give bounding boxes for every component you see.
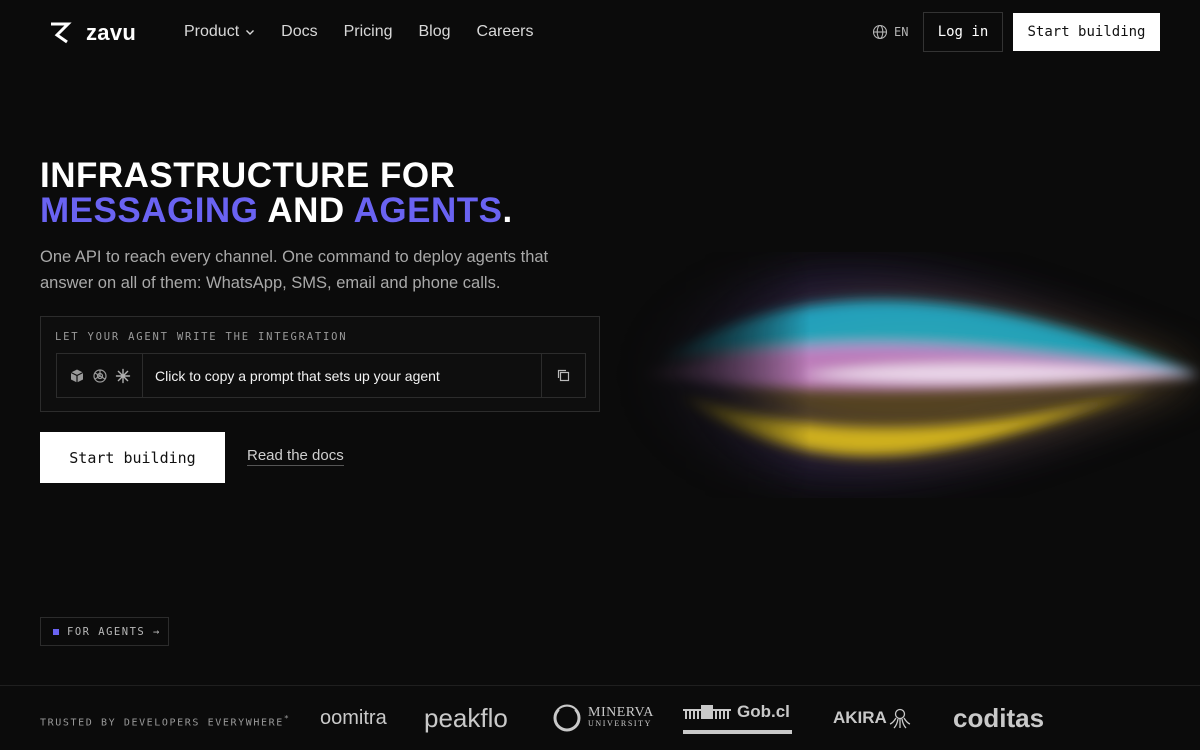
openai-icon bbox=[92, 368, 107, 383]
nav-link-blog[interactable]: Blog bbox=[419, 23, 451, 41]
logo-gobcl-text: Gob.cl bbox=[737, 702, 790, 721]
for-agents-label: FOR AGENTS → bbox=[67, 625, 161, 638]
logo-oomitra: oomitra bbox=[320, 698, 387, 738]
start-building-button[interactable]: Start building bbox=[40, 432, 225, 483]
agent-prompt-row: Click to copy a prompt that sets up your… bbox=[56, 353, 586, 398]
nav-links: Product Docs Pricing Blog Careers bbox=[184, 23, 533, 41]
gobcl-underline bbox=[683, 730, 792, 734]
agent-integration-label: LET YOUR AGENT WRITE THE INTEGRATION bbox=[55, 331, 348, 343]
logo-akira-text: AKIRA bbox=[833, 708, 887, 727]
gobcl-building-icon bbox=[683, 705, 731, 719]
hero-title-agents: AGENTS bbox=[353, 191, 503, 230]
nav-link-label: Product bbox=[184, 23, 240, 40]
chevron-down-icon bbox=[246, 30, 255, 35]
trusted-bar: TRUSTED BY DEVELOPERS EVERYWHERE* oomitr… bbox=[0, 685, 1200, 750]
language-code: EN bbox=[894, 25, 909, 39]
logo-minerva-sub: UNIVERSITY bbox=[588, 719, 652, 728]
logo-coditas-text: coditas bbox=[953, 702, 1045, 733]
nav-link-docs[interactable]: Docs bbox=[281, 23, 317, 41]
trusted-label: TRUSTED BY DEVELOPERS EVERYWHERE* bbox=[40, 713, 290, 728]
logo-coditas: coditas bbox=[953, 698, 1044, 738]
cube-icon bbox=[70, 369, 83, 382]
minerva-circle-icon bbox=[553, 704, 581, 732]
start-building-nav-button[interactable]: Start building bbox=[1013, 13, 1160, 51]
hero-title-and: AND bbox=[267, 191, 345, 230]
nav-link-careers[interactable]: Careers bbox=[477, 23, 534, 41]
nav-link-pricing[interactable]: Pricing bbox=[344, 23, 393, 41]
top-nav: zavu Product Docs Pricing Blog Careers E… bbox=[0, 0, 1200, 64]
agent-integration-box: LET YOUR AGENT WRITE THE INTEGRATION Cli… bbox=[40, 316, 600, 412]
hero-light-beam bbox=[600, 272, 1200, 478]
logo-text: zavu bbox=[86, 20, 137, 45]
copy-button[interactable] bbox=[541, 354, 585, 397]
language-selector[interactable]: EN bbox=[872, 24, 908, 40]
hero-title-period: . bbox=[502, 191, 513, 230]
agent-provider-icons bbox=[57, 354, 143, 397]
partner-logos: oomitra peakflo MINERVA UNIVERSITY Gob.c… bbox=[320, 698, 1080, 738]
logo-akira: AKIRA bbox=[833, 698, 911, 738]
read-docs-link[interactable]: Read the docs bbox=[247, 447, 344, 466]
zavu-logo-icon bbox=[51, 22, 72, 44]
nav-link-product[interactable]: Product bbox=[184, 23, 255, 41]
for-agents-link[interactable]: FOR AGENTS → bbox=[40, 617, 169, 646]
globe-icon bbox=[872, 24, 888, 40]
hero-title-messaging: MESSAGING bbox=[40, 191, 259, 230]
login-button[interactable]: Log in bbox=[923, 12, 1003, 52]
logo-minerva: MINERVA UNIVERSITY bbox=[552, 698, 654, 738]
trusted-label-text: TRUSTED BY DEVELOPERS EVERYWHERE bbox=[40, 717, 284, 729]
logo-peakflo-text: peakflo bbox=[424, 702, 508, 733]
accent-square-icon bbox=[53, 628, 59, 635]
logo[interactable]: zavu bbox=[48, 20, 136, 46]
sparkle-icon bbox=[115, 368, 130, 383]
logo-oomitra-text: oomitra bbox=[320, 706, 387, 729]
hero-subtitle: One API to reach every channel. One comm… bbox=[40, 248, 549, 292]
copy-prompt-text[interactable]: Click to copy a prompt that sets up your… bbox=[143, 354, 541, 397]
logo-minerva-text: MINERVA bbox=[588, 705, 654, 720]
logo-gobcl: Gob.cl bbox=[683, 698, 792, 738]
octopus-icon bbox=[889, 708, 911, 729]
hero-title-line1: INFRASTRUCTURE FOR bbox=[40, 156, 456, 195]
copy-icon bbox=[557, 369, 570, 382]
trusted-label-mark: * bbox=[283, 713, 291, 723]
hero-title: INFRASTRUCTURE FOR MESSAGING AND AGENTS. bbox=[40, 158, 513, 228]
logo-peakflo: peakflo bbox=[424, 698, 508, 738]
